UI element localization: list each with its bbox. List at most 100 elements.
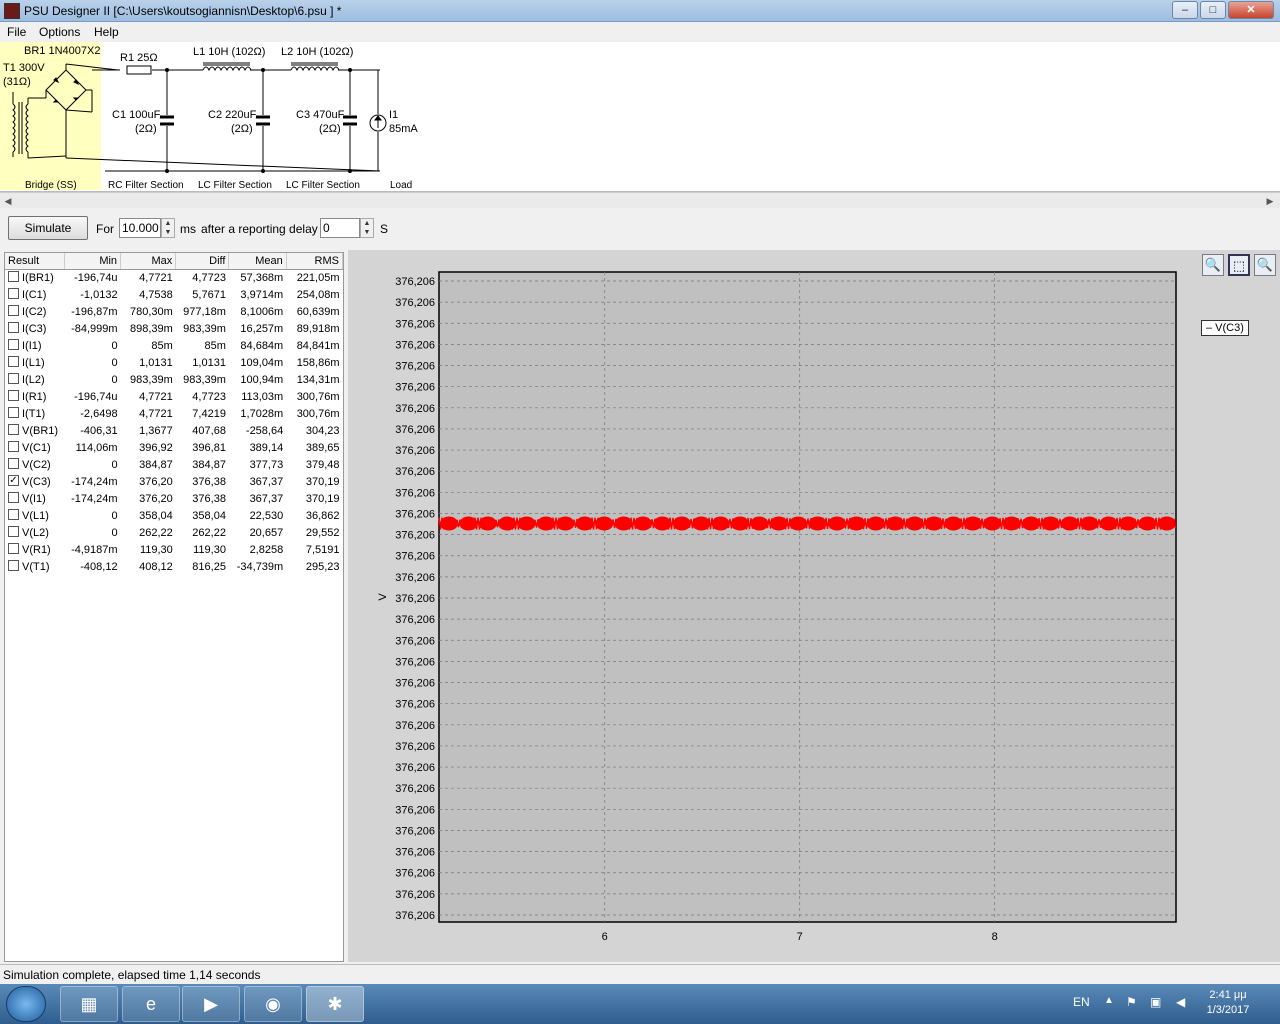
table-row[interactable]: I(L2) 0 983,39m 983,39m 100,94m 134,31m <box>5 371 343 388</box>
result-checkbox[interactable] <box>8 305 19 317</box>
result-checkbox[interactable] <box>8 356 19 368</box>
table-row[interactable]: V(L1) 0 358,04 358,04 22,530 36,862 <box>5 507 343 524</box>
simulate-button[interactable]: Simulate <box>8 216 88 240</box>
explorer-icon[interactable]: ▦ <box>60 986 118 1022</box>
table-row[interactable]: I(BR1) -196,74u 4,7721 4,7723 57,368m 221,05m <box>5 269 343 286</box>
col-result[interactable]: Result <box>5 253 65 270</box>
y-axis-label: V <box>377 593 389 601</box>
col-diff[interactable]: Diff <box>175 253 230 270</box>
result-checkbox[interactable] <box>8 390 19 402</box>
result-checkbox[interactable] <box>8 458 19 470</box>
result-checkbox[interactable] <box>8 424 19 436</box>
result-checkbox[interactable] <box>8 492 19 504</box>
table-row[interactable]: I(C2) -196,87m 780,30m 977,18m 8,1006m 60,639… <box>5 303 343 320</box>
result-max-cell: 4,7721 <box>139 390 173 403</box>
result-checkbox[interactable] <box>8 288 19 300</box>
table-row[interactable]: I(T1) -2,6498 4,7721 7,4219 1,7028m 300,76m <box>5 405 343 422</box>
result-checkbox[interactable] <box>8 373 19 385</box>
result-max-cell: 4,7721 <box>139 407 173 420</box>
delay-input[interactable]: 0 <box>320 218 360 238</box>
close-button[interactable]: ✕ <box>1228 1 1274 19</box>
result-checkbox[interactable] <box>8 560 19 572</box>
y-tick-label: 376,206 <box>395 910 435 922</box>
result-rms-cell: 370,19 <box>305 475 340 488</box>
zoom-box-icon[interactable]: ⬚ <box>1228 254 1250 276</box>
action-center-icon[interactable]: ⚑ <box>1126 995 1137 1009</box>
result-diff-cell: 983,39m <box>183 373 226 386</box>
result-name-cell: I(C1) <box>5 286 64 303</box>
results-panel: Result Min Max Diff Mean RMS I(BR1) -196,… <box>4 252 344 962</box>
duration-spinner[interactable]: ▲ ▼ <box>161 218 175 238</box>
capacitor-c3[interactable] <box>343 115 357 126</box>
scroll-left-icon[interactable]: ◀ <box>2 195 14 207</box>
menu-options[interactable]: Options <box>39 25 80 39</box>
result-checkbox[interactable] <box>8 322 19 334</box>
result-checkbox[interactable] <box>8 526 19 538</box>
table-row[interactable]: ✓ V(C3) -174,24m 376,20 376,38 367,37 370,19 <box>5 473 343 490</box>
result-checkbox[interactable] <box>8 407 19 419</box>
result-checkbox[interactable] <box>8 339 19 351</box>
col-mean[interactable]: Mean <box>228 253 287 270</box>
result-checkbox[interactable]: ✓ <box>8 475 19 487</box>
result-name: V(L1) <box>22 509 49 522</box>
zoom-in-icon[interactable]: 🔍 <box>1202 254 1224 276</box>
table-row[interactable]: V(C1) 114,06m 396,92 396,81 389,14 389,65 <box>5 439 343 456</box>
result-checkbox[interactable] <box>8 543 19 555</box>
psu-designer-taskbar-icon[interactable]: ✱ <box>306 986 364 1022</box>
capacitor-c2[interactable] <box>256 115 270 126</box>
table-row[interactable]: I(I1) 0 85m 85m 84,684m 84,841m <box>5 337 343 354</box>
network-icon[interactable]: ▣ <box>1150 995 1161 1009</box>
table-row[interactable]: I(L1) 0 1,0131 1,0131 109,04m 158,86m <box>5 354 343 371</box>
series-vc3-ripple <box>1099 516 1118 531</box>
col-max[interactable]: Max <box>120 253 177 270</box>
capacitor-c1[interactable] <box>160 115 174 126</box>
series-vc3-ripple <box>575 516 594 531</box>
result-name-cell: V(L2) <box>5 524 64 541</box>
current-source-i1[interactable] <box>369 114 387 132</box>
media-player-icon[interactable]: ▶ <box>182 986 240 1022</box>
duration-input[interactable]: 10.000 <box>119 218 161 238</box>
inductor-l2[interactable] <box>290 62 340 72</box>
table-row[interactable]: V(T1) -408,12 408,12 816,25 -34,739m 295,23 <box>5 558 343 575</box>
simulation-toolbar: Simulate For 10.000 ▲ ▼ ms after a report… <box>0 208 1280 250</box>
system-clock[interactable]: 2:41 μμ 1/3/2017 <box>1196 988 1260 1018</box>
language-indicator[interactable]: EN <box>1073 995 1090 1009</box>
result-checkbox[interactable] <box>8 509 19 521</box>
voltage-plot[interactable]: 376,206 376,206 376,206 376,206 376,206 376,2… <box>348 250 1280 962</box>
schematic-scrollbar[interactable]: ◀ ▶ <box>0 192 1280 208</box>
table-row[interactable]: I(C3) -84,999m 898,39m 983,39m 16,257m 89,918… <box>5 320 343 337</box>
scroll-right-icon[interactable]: ▶ <box>1264 195 1276 207</box>
inductor-l1[interactable] <box>202 62 252 72</box>
result-diff-cell: 816,25 <box>192 560 226 573</box>
internet-explorer-icon[interactable]: e <box>122 986 180 1022</box>
table-row[interactable]: V(C2) 0 384,87 384,87 377,73 379,48 <box>5 456 343 473</box>
y-tick-label: 376,206 <box>395 593 435 605</box>
start-button[interactable] <box>6 986 46 1022</box>
result-checkbox[interactable] <box>8 271 19 283</box>
series-vc3-ripple <box>944 516 963 531</box>
menu-file[interactable]: File <box>7 25 26 39</box>
table-row[interactable]: V(L2) 0 262,22 262,22 20,657 29,552 <box>5 524 343 541</box>
result-name-cell: V(T1) <box>5 558 64 575</box>
chrome-icon[interactable]: ◉ <box>244 986 302 1022</box>
resistor-r1[interactable] <box>126 65 152 75</box>
table-row[interactable]: I(C1) -1,0132 4,7538 5,7671 3,9714m 254,08m <box>5 286 343 303</box>
menu-help[interactable]: Help <box>94 25 119 39</box>
zoom-out-icon[interactable]: 🔍 <box>1254 254 1276 276</box>
chart-legend[interactable]: – V(C3) <box>1201 320 1249 336</box>
delay-spinner[interactable]: ▲ ▼ <box>360 218 374 238</box>
minimize-button[interactable]: – <box>1172 1 1198 19</box>
result-name-cell: I(L2) <box>5 371 64 388</box>
table-row[interactable]: V(R1) -4,9187m 119,30 119,30 2,8258 7,5191 <box>5 541 343 558</box>
volume-icon[interactable]: ◀ <box>1176 995 1185 1009</box>
result-checkbox[interactable] <box>8 441 19 453</box>
maximize-button[interactable]: □ <box>1200 1 1226 19</box>
col-min[interactable]: Min <box>64 253 122 270</box>
tray-expand-icon[interactable]: ▲ <box>1104 995 1114 1006</box>
table-row[interactable]: V(I1) -174,24m 376,20 376,38 367,37 370,19 <box>5 490 343 507</box>
table-row[interactable]: I(R1) -196,74u 4,7721 4,7723 113,03m 300,76m <box>5 388 343 405</box>
table-row[interactable]: V(BR1) -406,31 1,3677 407,68 -258,64 304,23 <box>5 422 343 439</box>
col-rms[interactable]: RMS <box>286 253 344 270</box>
result-name-cell: V(C1) <box>5 439 64 456</box>
section-bridge: Bridge (SS) <box>25 180 77 191</box>
